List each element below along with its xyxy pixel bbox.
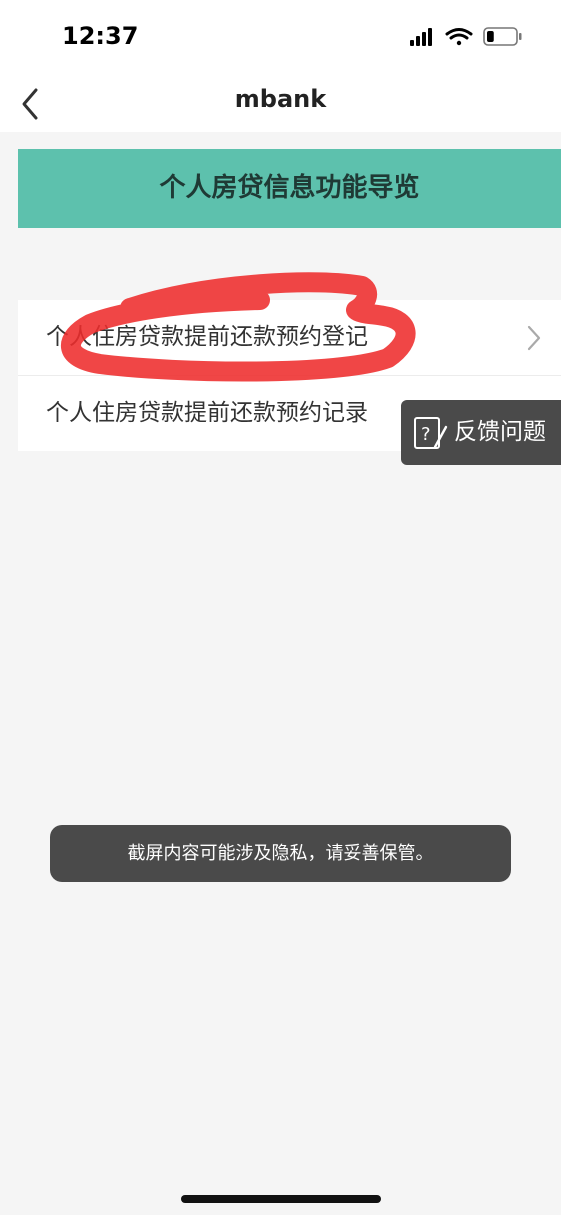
feedback-label: 反馈问题 xyxy=(454,419,546,445)
svg-text:?: ? xyxy=(421,424,431,445)
screenshot-privacy-toast: 截屏内容可能涉及隐私，请妥善保管。 xyxy=(50,825,511,882)
nav-bar: mbank xyxy=(0,76,561,132)
menu-item-label: 个人住房贷款提前还款预约记录 xyxy=(46,400,368,426)
menu-item-label: 个人住房贷款提前还款预约登记 xyxy=(46,324,368,350)
status-time: 12:37 xyxy=(62,22,139,50)
menu-item-prepayment-registration[interactable]: 个人住房贷款提前还款预约登记 xyxy=(18,300,561,375)
status-bar: 12:37 xyxy=(0,0,561,76)
nav-title: mbank xyxy=(234,85,327,113)
signal-icon xyxy=(410,28,432,46)
banner-title: 个人房贷信息功能导览 xyxy=(18,149,561,228)
home-indicator[interactable] xyxy=(181,1195,381,1203)
feedback-button[interactable]: ? 反馈问题 xyxy=(401,400,561,465)
battery-icon xyxy=(483,27,522,46)
status-icons xyxy=(410,27,522,46)
chevron-right-icon xyxy=(527,325,541,351)
wifi-icon xyxy=(445,28,473,46)
feedback-edit-icon: ? xyxy=(414,417,448,449)
